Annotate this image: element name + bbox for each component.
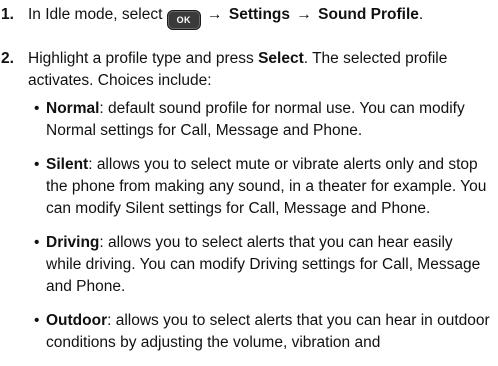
- step-text-a: Highlight a profile type and press: [28, 50, 259, 67]
- step-text-end: .: [418, 6, 424, 23]
- step-text: In Idle mode, select OK → Settings → Sou…: [28, 4, 492, 30]
- profile-item-normal: • Normal: default sound profile for norm…: [0, 98, 492, 142]
- step-number: 1.: [1, 6, 14, 23]
- step-2: 2. Highlight a profile type and press Se…: [0, 48, 492, 92]
- step-text: Highlight a profile type and press Selec…: [28, 48, 492, 92]
- arrow-icon: →: [207, 6, 223, 23]
- menu-sound-profile: Sound Profile: [318, 6, 419, 23]
- profile-list: • Normal: default sound profile for norm…: [0, 98, 492, 366]
- bullet-icon: •: [34, 156, 40, 173]
- bullet-icon: •: [34, 100, 40, 117]
- manual-page: 1. In Idle mode, select OK → Settings → …: [0, 0, 498, 351]
- menu-settings: Settings: [228, 6, 291, 23]
- profile-name: Outdoor: [46, 312, 108, 329]
- profile-description: : default sound profile for normal use. …: [46, 100, 465, 139]
- profile-description: : allows you to select alerts that you c…: [46, 234, 481, 295]
- profile-name: Driving: [46, 234, 100, 251]
- bullet-icon: •: [34, 234, 40, 251]
- profile-description: : allows you to select alerts that you c…: [46, 312, 490, 351]
- profile-item-silent: • Silent: allows you to select mute or v…: [0, 154, 492, 220]
- arrow-icon: →: [296, 6, 312, 23]
- profile-description: : allows you to select mute or vibrate a…: [46, 156, 487, 217]
- bullet-icon: •: [34, 312, 40, 329]
- profile-item-driving: • Driving: allows you to select alerts t…: [0, 232, 492, 298]
- profile-name: Normal: [46, 100, 100, 117]
- profile-name: Silent: [46, 156, 89, 173]
- step-number: 2.: [1, 50, 14, 67]
- step-1: 1. In Idle mode, select OK → Settings → …: [0, 4, 492, 30]
- select-key-label: Select: [258, 50, 304, 67]
- profile-item-outdoor: • Outdoor: allows you to select alerts t…: [0, 310, 492, 354]
- step-text-prefix: In Idle mode, select: [28, 6, 163, 23]
- ok-key-icon: OK: [166, 10, 201, 30]
